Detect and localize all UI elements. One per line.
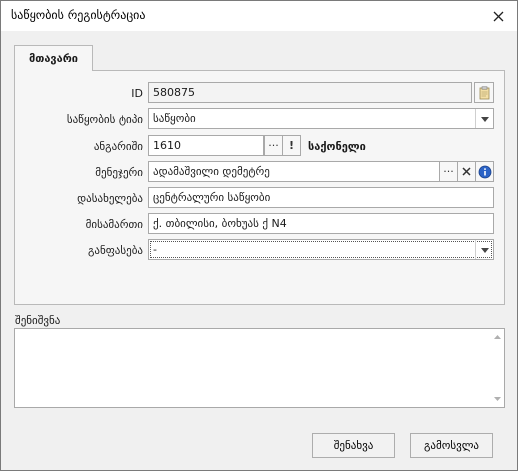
account-browse-button[interactable]: ···	[264, 135, 283, 156]
address-label: მისამართი	[85, 218, 143, 231]
warehouse-type-label: საწყობის ტიპი	[66, 113, 143, 126]
notes-label: შენიშვნა	[15, 314, 61, 327]
save-button[interactable]: შენახვა	[312, 433, 395, 458]
notes-textarea[interactable]	[14, 328, 505, 408]
name-label: დასახელება	[77, 192, 143, 205]
close-button[interactable]	[487, 5, 509, 27]
chevron-down-icon	[480, 117, 489, 122]
manager-label: მენეჯერი	[95, 166, 143, 179]
manager-browse-button[interactable]: ···	[439, 161, 458, 182]
manager-clear-button[interactable]	[457, 161, 476, 182]
account-name: საქონელი	[308, 140, 366, 153]
account-input[interactable]: 1610	[148, 135, 264, 156]
chevron-down-icon	[493, 397, 501, 401]
pricing-select[interactable]: -	[148, 239, 494, 260]
clipboard-button[interactable]	[474, 82, 494, 103]
info-icon	[478, 165, 491, 178]
tab-main[interactable]: მთავარი	[14, 45, 93, 71]
id-field[interactable]: 580875	[148, 82, 472, 103]
warehouse-type-value: საწყობი	[153, 112, 196, 125]
warehouse-type-select[interactable]: საწყობი	[148, 108, 494, 129]
title-bar: საწყობის რეგისტრაცია	[1, 1, 517, 31]
scroll-up-arrow[interactable]	[492, 332, 502, 342]
address-input[interactable]: ქ. თბილისი, ბოხუას ქ N4	[148, 213, 494, 234]
name-input[interactable]: ცენტრალური საწყობი	[148, 187, 494, 208]
manager-info-button[interactable]	[475, 161, 494, 182]
account-label: ანგარიში	[93, 140, 143, 153]
chevron-up-icon	[493, 335, 501, 339]
close-icon	[493, 11, 503, 21]
warehouse-type-dropdown[interactable]	[475, 109, 493, 128]
pricing-value: -	[153, 243, 157, 256]
clipboard-icon	[479, 86, 490, 99]
account-info-button[interactable]: !	[282, 135, 301, 156]
pricing-dropdown[interactable]	[475, 240, 493, 259]
window-title: საწყობის რეგისტრაცია	[11, 8, 146, 22]
exit-button[interactable]: გამოსვლა	[410, 433, 493, 458]
chevron-down-icon	[480, 248, 489, 253]
clear-x-icon	[462, 167, 471, 176]
registration-dialog: საწყობის რეგისტრაცია მთავარი ID 580875 ს…	[0, 0, 518, 471]
id-label: ID	[131, 87, 143, 100]
manager-input[interactable]: ადამაშვილი დემეტრე	[148, 161, 441, 182]
scroll-down-arrow[interactable]	[492, 394, 502, 404]
pricing-label: განფასება	[88, 244, 143, 257]
